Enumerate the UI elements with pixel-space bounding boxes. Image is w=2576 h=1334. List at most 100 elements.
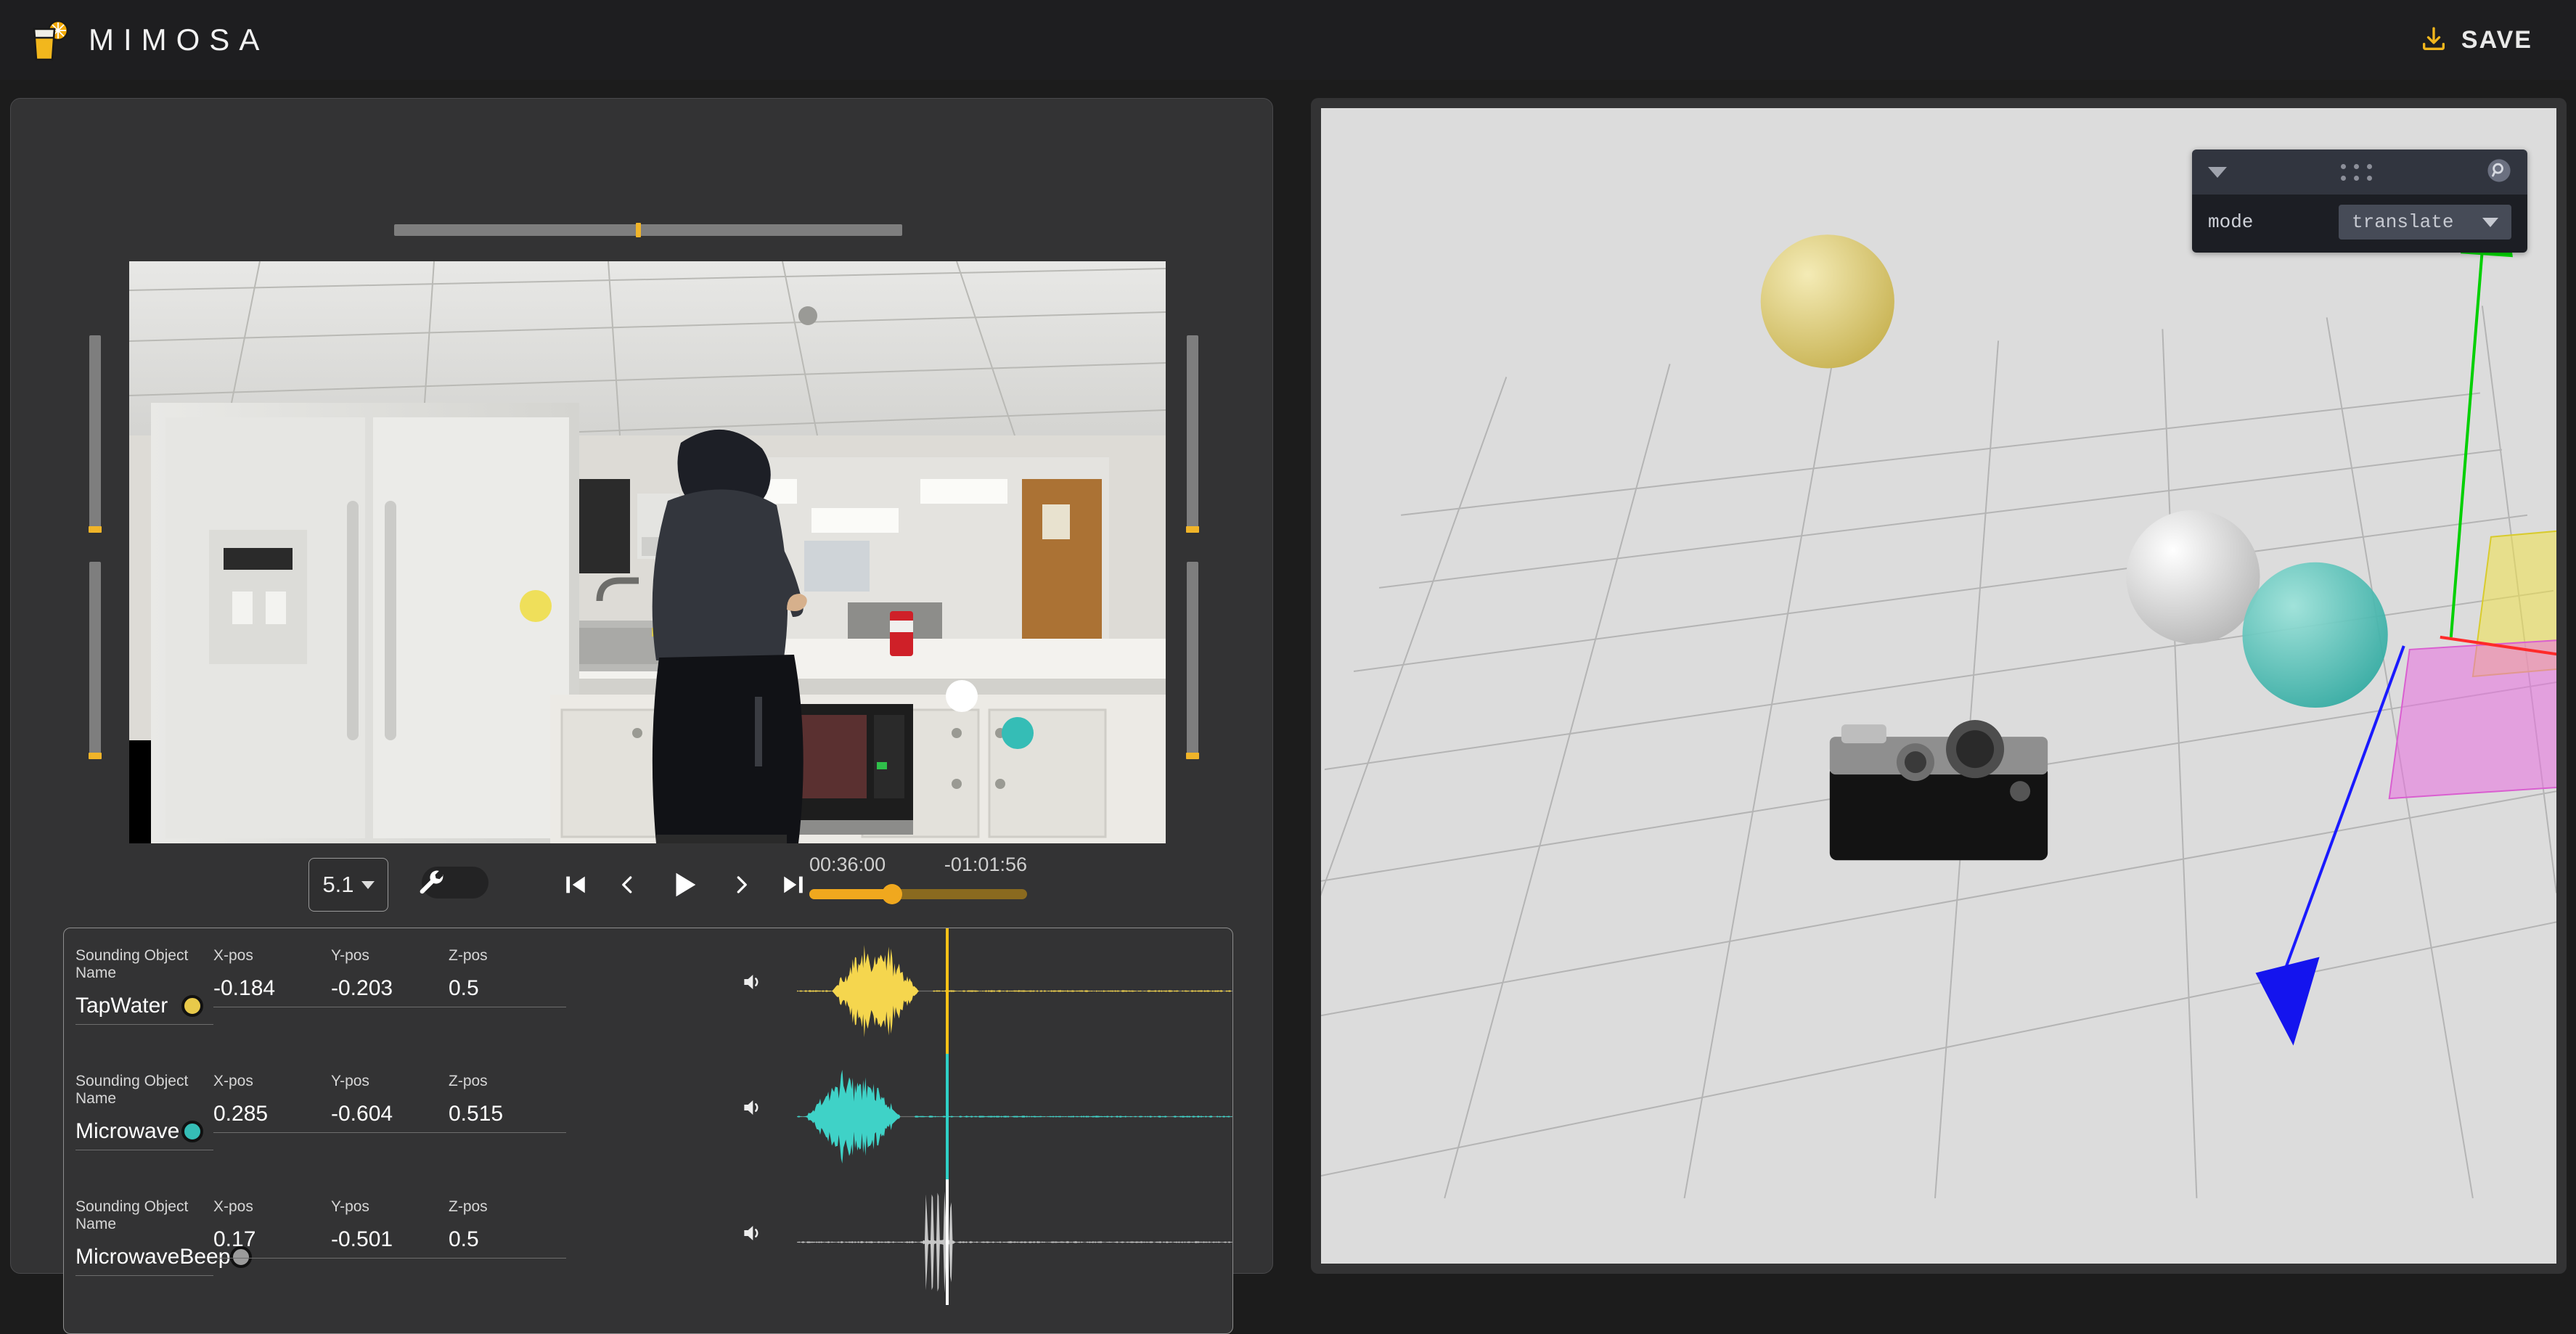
z-pos-field: Z-pos 0.5 (449, 947, 566, 1025)
z-pos-field: Z-pos 0.5 (449, 1198, 566, 1276)
sphere-tapwater (1760, 234, 1894, 369)
y-pos-input[interactable]: -0.501 (331, 1227, 449, 1259)
save-button[interactable]: SAVE (2419, 25, 2532, 56)
3d-scene (1321, 152, 2556, 1199)
table-row: Sounding Object Name MicrowaveBeep X-pos… (64, 1179, 1232, 1305)
column-header-x: X-pos (213, 947, 253, 964)
object-name-input[interactable]: MicrowaveBeep (75, 1245, 253, 1276)
waveform-track[interactable] (797, 1179, 1232, 1305)
speaker-icon[interactable] (739, 970, 765, 997)
z-pos-input[interactable]: 0.5 (449, 976, 566, 1007)
y-pos-value: -0.501 (331, 1227, 393, 1251)
sphere-microwave (2242, 562, 2388, 708)
x-pos-field: X-pos 0.17 (213, 1198, 331, 1276)
x-pos-value: 0.17 (213, 1227, 256, 1251)
horizontal-slider-handle[interactable] (635, 223, 641, 237)
sphere-microwavebeep (2126, 510, 2260, 644)
column-header-y: Y-pos (331, 947, 369, 964)
object-name-input[interactable]: Microwave (75, 1119, 213, 1150)
tool-toggle[interactable] (420, 867, 488, 899)
download-icon (2419, 25, 2448, 56)
3d-viewport[interactable]: mode translate (1321, 108, 2556, 1264)
y-pos-field: Y-pos -0.501 (331, 1198, 449, 1276)
object-name-input[interactable]: TapWater (75, 994, 213, 1025)
camera-model (1829, 720, 2048, 861)
video-player[interactable] (129, 261, 1166, 843)
column-header-name: Sounding Object Name (75, 1198, 189, 1232)
object-name-value: Microwave (75, 1119, 180, 1143)
waveform-path (797, 1069, 1232, 1164)
object-color-swatch[interactable] (181, 1121, 203, 1142)
video-panel: 5.1 00:36:00 -01:01:56 Sounding Object N… (10, 98, 1273, 1334)
z-pos-value: 0.5 (449, 976, 479, 1000)
y-pos-value: -0.203 (331, 976, 393, 1000)
x-pos-input[interactable]: 0.285 (213, 1102, 331, 1133)
waveform-track[interactable] (797, 928, 1232, 1054)
x-pos-input[interactable]: -0.184 (213, 976, 331, 1007)
progress-handle[interactable] (882, 884, 902, 904)
drag-dots-icon[interactable] (2340, 163, 2373, 181)
save-button-label: SAVE (2461, 25, 2532, 54)
marker-microwave[interactable] (1002, 716, 1034, 749)
transport-buttons (559, 862, 810, 907)
skip-to-end-button[interactable] (777, 867, 810, 903)
video-frame (129, 261, 1166, 843)
slider-handle[interactable] (1186, 753, 1199, 759)
z-pos-input[interactable]: 0.5 (449, 1227, 566, 1259)
slider-handle[interactable] (89, 526, 102, 533)
previous-frame-button[interactable] (613, 867, 643, 903)
playback-speed-value: 5.1 (322, 872, 354, 897)
time-and-progress: 00:36:00 -01:01:56 (809, 854, 1027, 904)
next-frame-button[interactable] (726, 867, 756, 903)
gui-header[interactable] (2192, 150, 2527, 195)
vertical-slider-right-top[interactable] (1186, 335, 1199, 533)
slider-handle[interactable] (1186, 526, 1199, 533)
column-header-z: Z-pos (449, 1073, 488, 1089)
vertical-slider-left-top[interactable] (89, 335, 102, 533)
scene-panel: mode translate (1311, 98, 2567, 1274)
column-header-y: Y-pos (331, 1198, 369, 1215)
slider-handle[interactable] (89, 753, 102, 759)
skip-to-start-button[interactable] (559, 867, 592, 903)
app-title: MIMOSA (89, 22, 269, 57)
y-pos-input[interactable]: -0.203 (331, 976, 449, 1007)
object-name-field: Sounding Object Name MicrowaveBeep (75, 1198, 253, 1276)
playback-speed-select[interactable]: 5.1 (308, 858, 388, 912)
video-horizontal-pan-slider[interactable] (394, 223, 902, 237)
vertical-slider-right-bottom[interactable] (1186, 562, 1199, 759)
column-header-name: Sounding Object Name (75, 947, 189, 981)
y-pos-value: -0.604 (331, 1102, 393, 1126)
sounding-objects-table: Sounding Object Name TapWater X-pos -0.1… (63, 928, 1233, 1334)
vertical-slider-left-bottom[interactable] (89, 562, 102, 759)
table-row: Sounding Object Name TapWater X-pos -0.1… (64, 928, 1232, 1054)
progress-slider[interactable] (809, 884, 1027, 904)
row-fields: Sounding Object Name Microwave X-pos 0.2… (75, 1073, 566, 1150)
scene-gui-panel: mode translate (2192, 150, 2527, 253)
speaker-icon[interactable] (739, 1096, 765, 1123)
object-color-swatch[interactable] (181, 995, 203, 1017)
column-header-name: Sounding Object Name (75, 1073, 189, 1107)
waveform-track[interactable] (797, 1054, 1232, 1179)
brand-block: MIMOSA (29, 19, 269, 61)
mode-select[interactable]: translate (2339, 205, 2511, 240)
gizmo-z-arrow (2255, 957, 2320, 1046)
column-header-z: Z-pos (449, 1198, 488, 1215)
collapse-triangle-icon[interactable] (2208, 166, 2227, 178)
object-name-field: Sounding Object Name TapWater (75, 947, 213, 1025)
speaker-icon[interactable] (739, 1222, 765, 1248)
remaining-time: -01:01:56 (944, 854, 1027, 875)
y-pos-input[interactable]: -0.604 (331, 1102, 449, 1133)
main-stage: 5.1 00:36:00 -01:01:56 Sounding Object N… (0, 80, 2576, 1334)
play-button[interactable] (663, 862, 706, 907)
search-icon[interactable] (2487, 158, 2511, 187)
x-pos-input[interactable]: 0.17 (213, 1227, 331, 1259)
wrench-icon (414, 868, 449, 902)
mimosa-glass-icon (29, 19, 70, 61)
current-time: 00:36:00 (809, 854, 886, 875)
chevron-down-icon (361, 880, 375, 889)
z-pos-value: 0.515 (449, 1102, 504, 1126)
waveform-path (797, 1191, 1232, 1293)
z-pos-input[interactable]: 0.515 (449, 1102, 566, 1133)
table-row: Sounding Object Name Microwave X-pos 0.2… (64, 1054, 1232, 1179)
x-pos-field: X-pos 0.285 (213, 1073, 331, 1150)
